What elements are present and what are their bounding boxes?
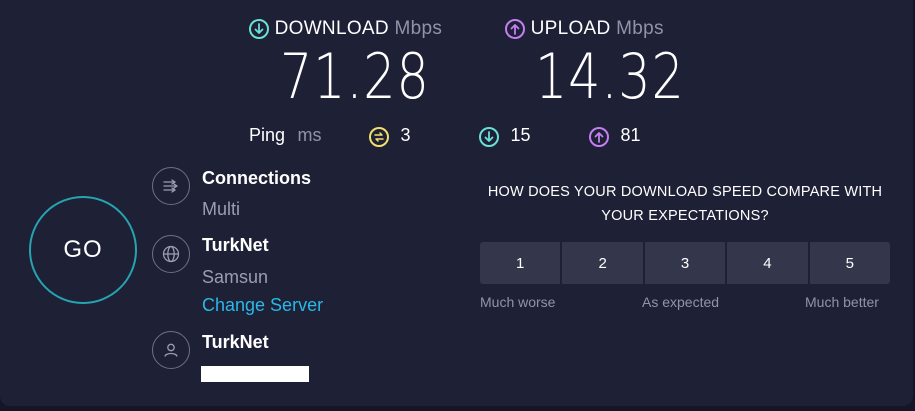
connections-title: Connections: [202, 168, 312, 188]
ping-unit: ms: [297, 125, 322, 145]
download-arrow-icon: [249, 18, 269, 39]
upload-latency-value: 81: [620, 125, 641, 145]
jitter-stat: 3: [369, 125, 410, 147]
connections-icon: [152, 167, 190, 205]
ping-label-group: Ping ms: [249, 125, 321, 146]
provider-title: TurkNet: [202, 332, 269, 352]
scale-mid-label: As expected: [642, 294, 720, 310]
upload-unit: Mbps: [616, 18, 664, 39]
download-latency-stat: 15: [479, 125, 530, 147]
jitter-value: 3: [400, 125, 411, 145]
server-location: Samsun: [202, 267, 269, 287]
connections-value: Multi: [202, 199, 241, 219]
download-latency-icon: [479, 126, 499, 147]
go-button[interactable]: GO: [29, 196, 137, 304]
scale-low-label: Much worse: [480, 294, 556, 310]
upload-latency-stat: 81: [589, 125, 640, 147]
rating-option-4[interactable]: 4: [727, 242, 808, 284]
scale-high-label: Much better: [805, 294, 879, 310]
survey-question: HOW DOES YOUR DOWNLOAD SPEED COMPARE WIT…: [487, 184, 883, 224]
download-unit: Mbps: [394, 18, 443, 39]
rating-scale: 1 2 3 4 5: [480, 242, 891, 284]
upload-latency-icon: [589, 126, 609, 147]
upload-label: UPLOAD: [530, 18, 611, 39]
rating-option-5[interactable]: 5: [809, 242, 891, 284]
redacted-ip: [201, 366, 309, 382]
ping-label: Ping: [249, 125, 286, 145]
change-server-link[interactable]: Change Server: [202, 295, 323, 316]
rating-option-2[interactable]: 2: [562, 242, 643, 284]
download-label: DOWNLOAD: [274, 18, 389, 39]
upload-arrow-icon: [505, 18, 525, 39]
rating-option-1[interactable]: 1: [480, 242, 561, 284]
download-value: 71.28: [280, 40, 430, 113]
user-icon: [152, 331, 190, 369]
jitter-icon: [369, 126, 389, 147]
server-title: TurkNet: [202, 235, 269, 255]
download-header: DOWNLOAD Mbps: [249, 18, 442, 40]
download-latency-value: 15: [510, 125, 531, 145]
globe-icon: [152, 235, 190, 273]
upload-value: 14.32: [535, 40, 685, 113]
rating-option-3[interactable]: 3: [644, 242, 726, 284]
upload-header: UPLOAD Mbps: [505, 18, 664, 40]
